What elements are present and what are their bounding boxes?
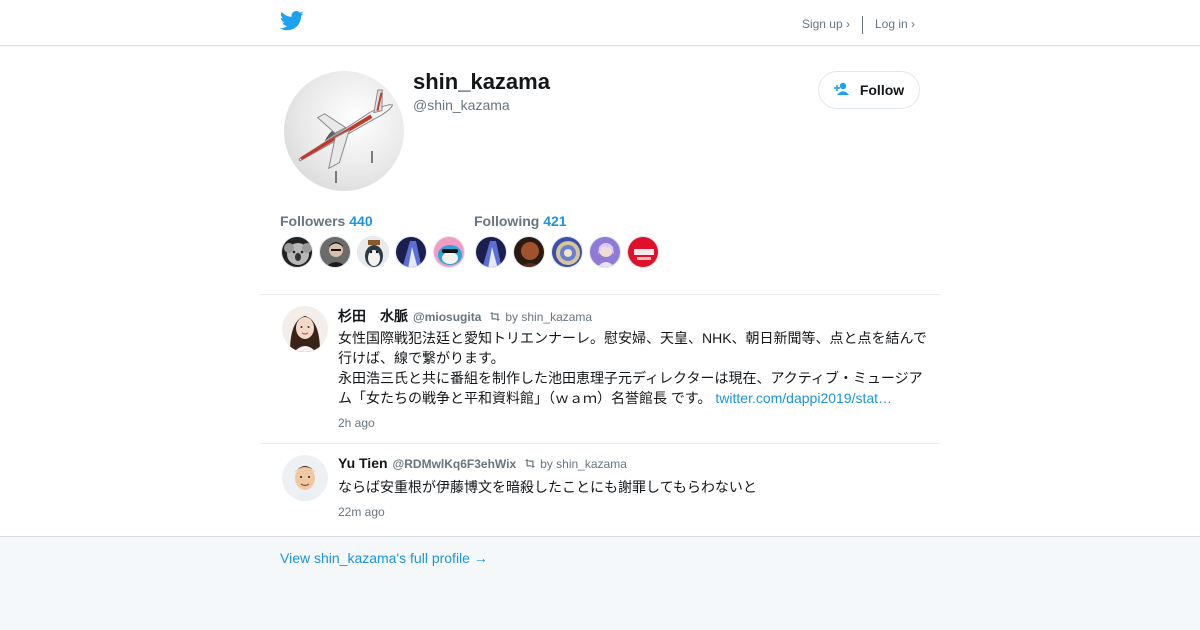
follower-avatar[interactable] bbox=[319, 236, 351, 268]
tweet-author-name[interactable]: 杉田 水脈 bbox=[338, 306, 408, 326]
profile-avatar[interactable] bbox=[284, 71, 404, 191]
following-count: 421 bbox=[543, 213, 567, 229]
section-divider bbox=[260, 294, 940, 295]
following-stat[interactable]: Following 421 bbox=[474, 213, 567, 229]
tweet-timestamp[interactable]: 22m ago bbox=[338, 505, 385, 519]
tweet-header: 杉田 水脈 @miosugita by shin_kazama bbox=[338, 306, 592, 326]
retweet-indicator: by shin_kazama bbox=[524, 457, 627, 471]
following-avatar[interactable] bbox=[589, 236, 621, 268]
tweet-author-avatar[interactable] bbox=[282, 306, 328, 352]
retweet-label: by shin_kazama bbox=[505, 309, 593, 324]
header-nav: Sign up › Log in › bbox=[802, 15, 915, 34]
top-bar: Sign up › Log in › bbox=[0, 0, 1200, 46]
tweet-author-name[interactable]: Yu Tien bbox=[338, 455, 388, 471]
following-avatar[interactable] bbox=[513, 236, 545, 268]
signup-link[interactable]: Sign up › bbox=[802, 17, 850, 31]
followers-avatar-row bbox=[281, 236, 465, 268]
add-user-icon bbox=[833, 82, 852, 99]
followers-label: Followers bbox=[280, 213, 346, 229]
tweet-text-line: ならば安重根が伊藤博文を暗殺したことにも謝罪してもらわないと bbox=[338, 479, 757, 495]
retweet-icon bbox=[490, 312, 501, 321]
following-avatar[interactable] bbox=[627, 236, 659, 268]
screen-name: @shin_kazama bbox=[413, 97, 510, 113]
nav-divider bbox=[861, 16, 863, 34]
tweet-text-line: 永田浩三氏と共に番組を制作した池田恵理子元ディレクターは現在、アクティブ・ミュー… bbox=[338, 370, 923, 406]
follow-button[interactable]: Follow bbox=[818, 71, 920, 109]
tweet-header: Yu Tien @RDMwlKq6F3ehWix by shin_kazama bbox=[338, 455, 627, 471]
twitter-logo-icon[interactable] bbox=[279, 11, 304, 31]
tweet-item[interactable]: Yu Tien @RDMwlKq6F3ehWix by shin_kazama … bbox=[260, 455, 940, 525]
follower-avatar[interactable] bbox=[357, 236, 389, 268]
tweet-author-handle[interactable]: @RDMwlKq6F3ehWix bbox=[393, 457, 517, 471]
following-label: Following bbox=[474, 213, 540, 229]
retweet-label: by shin_kazama bbox=[540, 456, 627, 471]
tweet-author-avatar[interactable] bbox=[282, 455, 328, 501]
tweet-author-handle[interactable]: @miosugita bbox=[413, 310, 481, 324]
login-link[interactable]: Log in › bbox=[875, 17, 915, 31]
following-avatar[interactable] bbox=[551, 236, 583, 268]
followers-stat[interactable]: Followers 440 bbox=[280, 213, 373, 229]
retweet-icon bbox=[525, 459, 536, 468]
tweet-text-line: 女性国際戦犯法廷と愛知トリエンナーレ。慰安婦、天皇、NHK、朝日新聞等、点と点を… bbox=[338, 330, 927, 346]
tweet-text-line: 行けば、線で繋がります。 bbox=[338, 350, 505, 366]
full-profile-link[interactable]: View shin_kazama's full profile → bbox=[280, 550, 488, 566]
retweet-indicator: by shin_kazama bbox=[489, 310, 592, 324]
tweet-text: 女性国際戦犯法廷と愛知トリエンナーレ。慰安婦、天皇、NHK、朝日新聞等、点と点を… bbox=[338, 328, 932, 408]
tweet-divider bbox=[260, 443, 940, 444]
following-avatar[interactable] bbox=[475, 236, 507, 268]
following-avatar-row bbox=[475, 236, 659, 268]
follower-avatar[interactable] bbox=[433, 236, 465, 268]
followers-count: 440 bbox=[349, 213, 373, 229]
display-name: shin_kazama bbox=[413, 69, 550, 94]
tweet-item[interactable]: 杉田 水脈 @miosugita by shin_kazama 女性国際戦犯法廷… bbox=[260, 306, 940, 434]
follower-avatar[interactable] bbox=[395, 236, 427, 268]
tweet-timestamp[interactable]: 2h ago bbox=[338, 416, 375, 430]
follower-avatar[interactable] bbox=[281, 236, 313, 268]
profile-card: shin_kazama @shin_kazama Follow Follower… bbox=[0, 47, 1200, 537]
tweet-text: ならば安重根が伊藤博文を暗殺したことにも謝罪してもらわないと bbox=[338, 477, 932, 497]
tweet-link[interactable]: twitter.com/dappi2019/stat… bbox=[715, 390, 892, 406]
follow-button-label: Follow bbox=[859, 82, 905, 98]
